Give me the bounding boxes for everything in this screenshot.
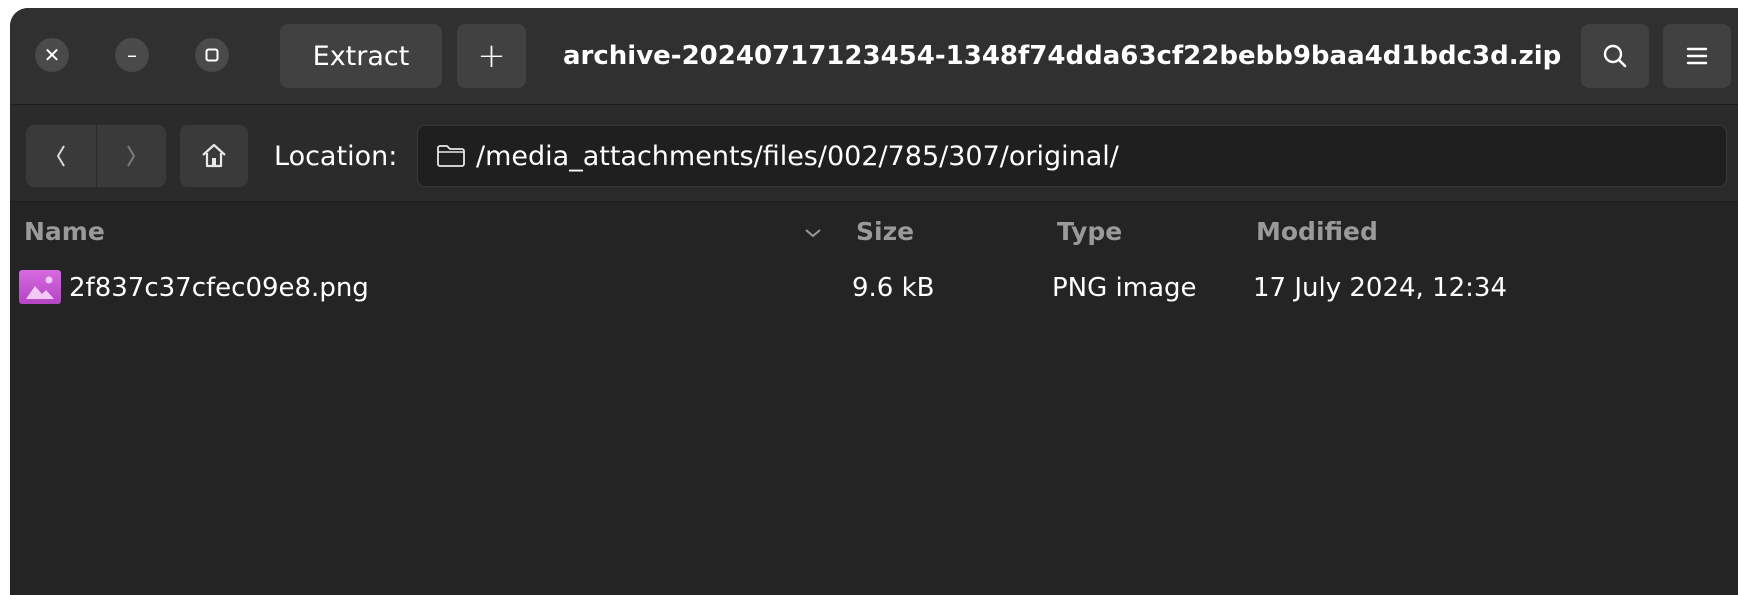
file-modified: 17 July 2024, 12:34	[1253, 273, 1507, 303]
file-list-header: Name Size Type Modified	[10, 202, 1738, 262]
navigation-buttons	[26, 125, 166, 187]
location-label: Location:	[274, 141, 398, 172]
header-bar: ✕ – Extract + archive-20240717123454-134…	[10, 8, 1738, 104]
chevron-right-icon	[127, 145, 136, 167]
archive-manager-window: ✕ – Extract + archive-20240717123454-134…	[10, 8, 1738, 595]
file-type: PNG image	[1052, 273, 1197, 303]
add-files-button[interactable]: +	[457, 24, 526, 88]
column-header-name[interactable]: Name	[24, 212, 105, 252]
forward-button[interactable]	[95, 125, 167, 187]
chevron-down-icon[interactable]	[802, 222, 824, 244]
image-file-icon	[19, 270, 61, 304]
home-icon	[202, 143, 226, 168]
window-title: archive-20240717123454-1348f74dda63cf22b…	[563, 41, 1562, 71]
close-icon: ✕	[43, 43, 61, 67]
column-header-size[interactable]: Size	[856, 212, 914, 252]
column-header-modified[interactable]: Modified	[1256, 212, 1378, 252]
location-toolbar: Location: /media_attachments/files/002/7…	[10, 104, 1738, 202]
maximize-icon	[205, 48, 219, 62]
location-path-field[interactable]: /media_attachments/files/002/785/307/ori…	[417, 125, 1727, 187]
search-button[interactable]	[1581, 24, 1649, 88]
file-name: 2f837c37cfec09e8.png	[69, 273, 369, 303]
chevron-left-icon	[56, 145, 65, 167]
close-window-button[interactable]: ✕	[35, 38, 69, 72]
search-icon	[1603, 44, 1627, 68]
extract-button[interactable]: Extract	[280, 24, 442, 88]
extract-button-label: Extract	[312, 40, 410, 72]
main-menu-button[interactable]	[1663, 24, 1731, 88]
hamburger-menu-icon	[1686, 47, 1708, 65]
maximize-window-button[interactable]	[195, 38, 229, 72]
add-icon: +	[477, 36, 506, 76]
back-button[interactable]	[26, 125, 96, 187]
minimize-window-button[interactable]: –	[115, 38, 149, 72]
home-button[interactable]	[180, 125, 248, 187]
minimize-icon: –	[127, 43, 137, 67]
file-row[interactable]: 2f837c37cfec09e8.png 9.6 kB PNG image 17…	[10, 262, 1738, 314]
column-header-type[interactable]: Type	[1057, 212, 1122, 252]
folder-icon	[436, 142, 466, 170]
location-path: /media_attachments/files/002/785/307/ori…	[476, 140, 1119, 172]
file-size: 9.6 kB	[852, 273, 935, 303]
